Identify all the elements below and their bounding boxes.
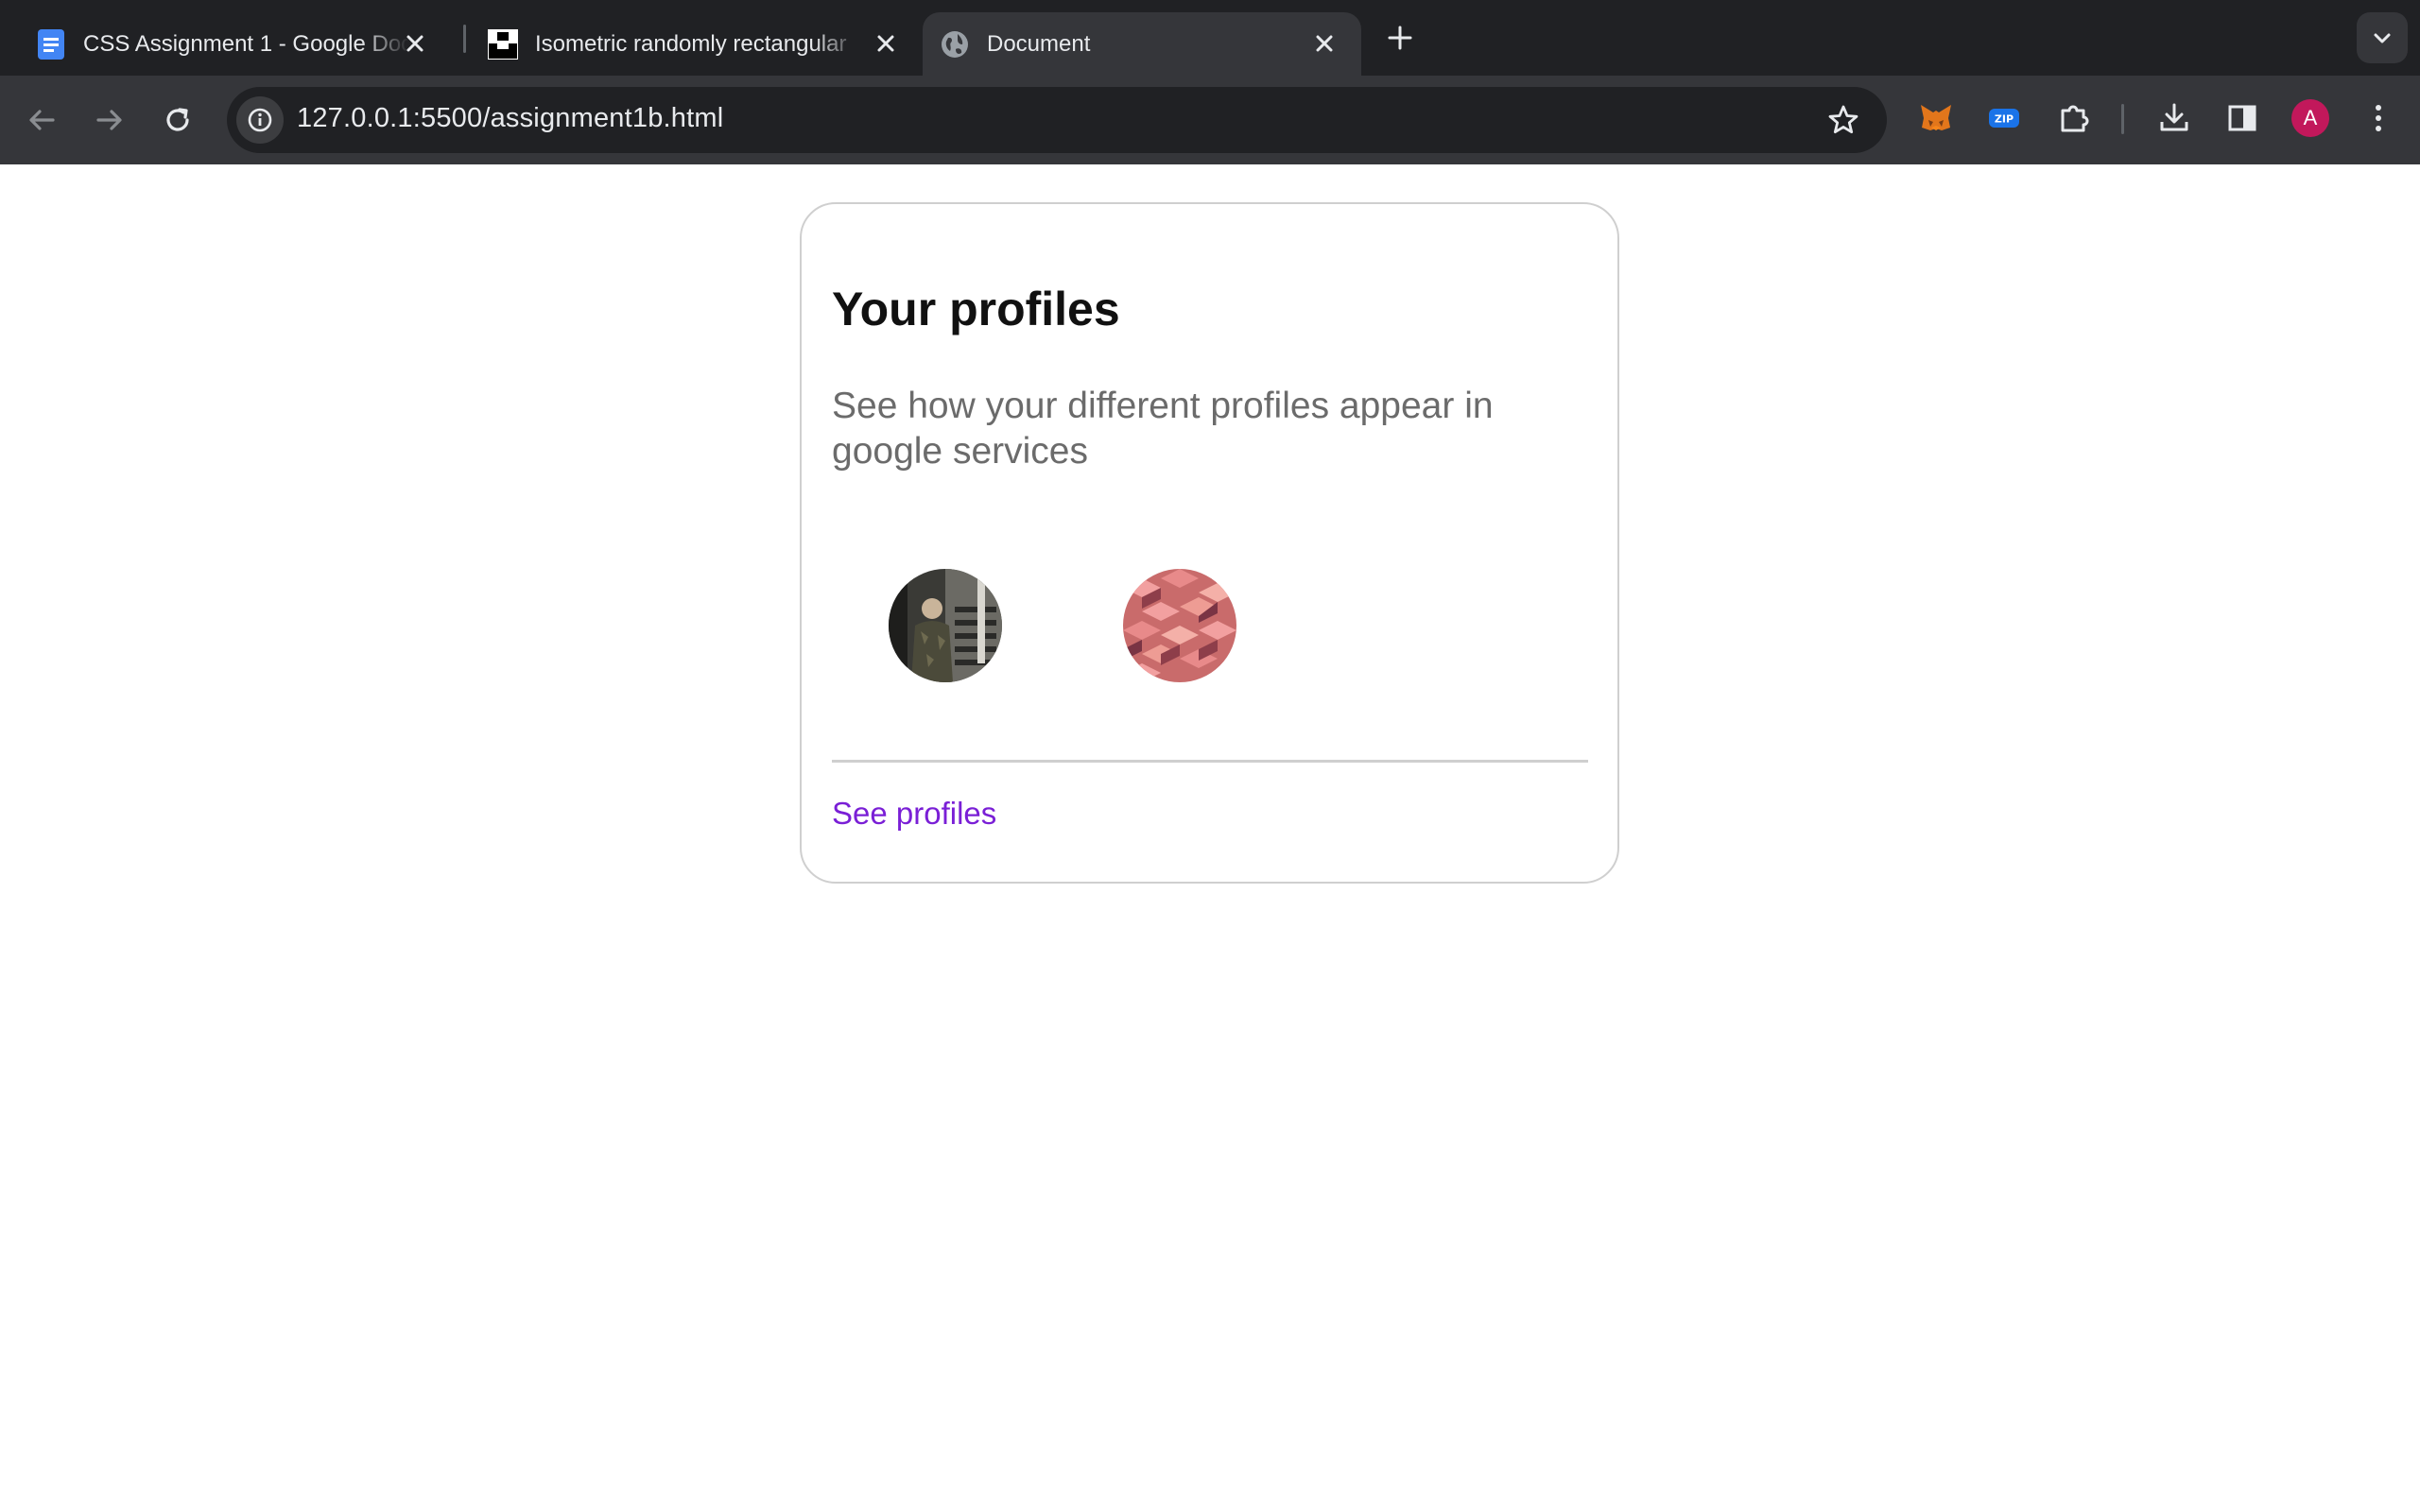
tab-title: Isometric randomly rectangular (535, 30, 847, 57)
site-info-button[interactable] (236, 96, 284, 144)
download-icon[interactable] (2155, 99, 2193, 137)
globe-icon (942, 30, 968, 58)
chevron-down-icon (2374, 33, 2391, 43)
profiles-card: Your profiles See how your different pro… (800, 202, 1619, 884)
profile-avatar-pattern[interactable] (1123, 569, 1236, 682)
forward-arrow-icon[interactable] (91, 101, 129, 139)
tab-strip: CSS Assignment 1 - Google Docs Isometric… (0, 0, 2420, 76)
card-divider (832, 760, 1588, 763)
toolbar-divider (2121, 104, 2124, 134)
info-icon (248, 108, 272, 132)
close-icon[interactable] (403, 31, 427, 56)
side-panel-icon[interactable] (2223, 99, 2261, 137)
more-menu-icon[interactable] (2360, 99, 2397, 137)
tab-document-active[interactable]: Document (923, 12, 1361, 76)
close-icon[interactable] (1312, 31, 1337, 56)
star-icon[interactable] (1826, 103, 1860, 137)
zip-icon[interactable]: ZIP (1985, 99, 2023, 137)
tab-google-docs[interactable]: CSS Assignment 1 - Google Docs (0, 12, 452, 76)
new-tab-icon[interactable] (1385, 23, 1415, 53)
url-text: 127.0.0.1:5500/assignment1b.html (297, 103, 724, 133)
svg-text:ZIP: ZIP (1995, 113, 2014, 126)
unsplash-icon (488, 28, 518, 60)
tab-unsplash[interactable]: Isometric randomly rectangular (452, 12, 923, 76)
reload-icon[interactable] (159, 101, 197, 139)
person-on-stairs-photo (889, 569, 1002, 682)
profile-avatar-photo[interactable] (889, 569, 1002, 682)
address-bar[interactable]: 127.0.0.1:5500/assignment1b.html (227, 87, 1887, 153)
tab-title: CSS Assignment 1 - Google Docs (83, 30, 409, 57)
back-arrow-icon[interactable] (23, 101, 60, 139)
card-subtitle: See how your different profiles appear i… (832, 386, 1494, 472)
extensions-puzzle-icon[interactable] (2055, 99, 2093, 137)
see-profiles-link[interactable]: See profiles (832, 796, 996, 832)
card-title: Your profiles (832, 283, 1120, 335)
tab-title: Document (987, 30, 1091, 57)
profile-avatar[interactable]: A (2291, 99, 2329, 137)
tab-search-button[interactable] (2357, 12, 2408, 63)
google-docs-icon (38, 28, 64, 60)
metamask-icon[interactable] (1917, 99, 1955, 137)
pink-isometric-pattern (1123, 569, 1236, 682)
close-icon[interactable] (873, 31, 898, 56)
